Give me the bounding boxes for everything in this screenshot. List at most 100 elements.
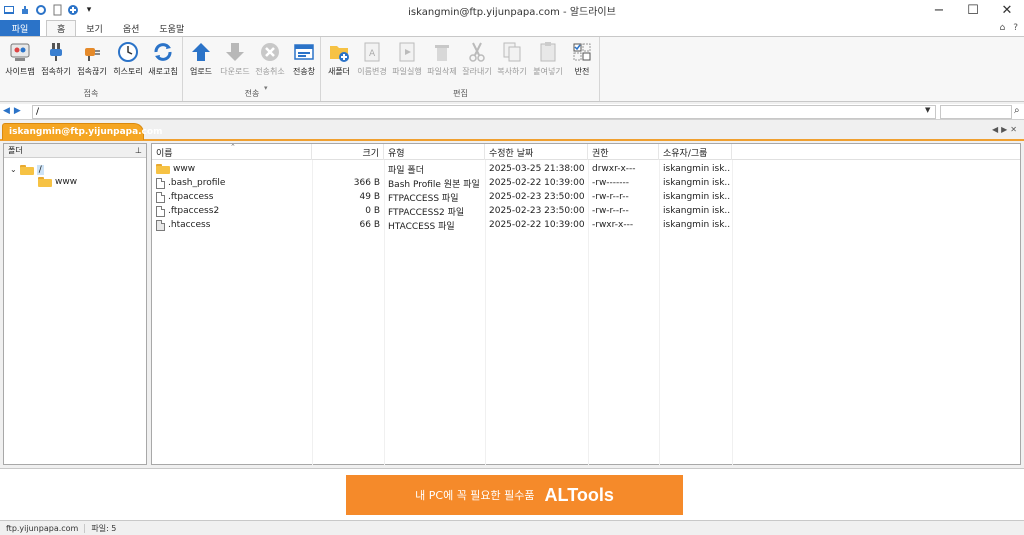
column-header-modified[interactable]: 수정한 날짜	[485, 144, 588, 160]
history-button[interactable]: 히스토리	[111, 41, 145, 85]
customize-dropdown-icon[interactable]: ▾	[83, 4, 95, 16]
column-header-type[interactable]: 유형	[384, 144, 485, 160]
transfer-window-icon	[293, 41, 315, 63]
ribbon-group-transfer: 업로드 다운로드 전송취소 전송창 ▾ 전송	[184, 37, 321, 101]
maximize-button[interactable]: ☐	[956, 0, 990, 20]
cancel-circle-icon	[259, 41, 281, 63]
status-file-count: 파일: 5	[91, 523, 117, 533]
new-folder-button[interactable]: 새폴더	[324, 41, 354, 85]
folder-icon	[156, 164, 170, 174]
tab-close-icon[interactable]: ✕	[1010, 125, 1020, 134]
clock-icon	[117, 41, 139, 63]
ribbon-group-edit: 새폴더 A 이름변경 파일실행 파일삭제 잘라내기 복사하기 붙여넣기 반전 편…	[322, 37, 600, 101]
ribbon-group-connect: 사이트맵 접속하기 접속끊기 히스토리 새로고침 접속	[0, 37, 183, 101]
rename-button[interactable]: A 이름변경	[355, 41, 389, 85]
back-arrow-icon[interactable]: ◀	[3, 106, 14, 116]
tab-home[interactable]: 홈	[46, 20, 77, 36]
column-header-owner[interactable]: 소유자/그룹	[659, 144, 732, 160]
file-icon	[156, 219, 165, 231]
transfer-window-button[interactable]: 전송창	[288, 41, 320, 85]
advertisement-banner[interactable]: 내 PC에 꼭 필요한 필수품 ALTools	[346, 475, 683, 515]
help-icon[interactable]: ?	[1013, 23, 1018, 33]
download-arrow-icon	[224, 41, 246, 63]
app-icon	[3, 4, 15, 16]
connect-button[interactable]: 접속하기	[39, 41, 73, 85]
expand-chevron-icon[interactable]: ⌄	[10, 165, 17, 174]
table-row[interactable]: www 파일 폴더 2025-03-25 21:38:00 drwxr-x---…	[152, 162, 732, 176]
rename-icon: A	[361, 41, 383, 63]
invert-selection-icon	[571, 41, 593, 63]
session-tab[interactable]: iskangmin@ftp.yijunpapa.com	[2, 123, 163, 140]
home-icon[interactable]: ⌂	[1000, 23, 1006, 33]
status-bar: ftp.yijunpapa.com 파일: 5	[0, 520, 1024, 535]
window-title: iskangmin@ftp.yijunpapa.com - 알드라이브	[408, 6, 616, 18]
folder-pane-title: 폴더	[8, 146, 23, 155]
tab-scroll-right-icon[interactable]: ▶	[1001, 125, 1010, 134]
delete-file-button[interactable]: 파일삭제	[425, 41, 459, 85]
tab-scroll-left-icon[interactable]: ◀	[992, 125, 1001, 134]
address-bar: ◀▶ ▼ ⌕	[0, 104, 1024, 120]
copy-button[interactable]: 복사하기	[495, 41, 529, 85]
execute-icon	[396, 41, 418, 63]
scissors-icon	[466, 41, 488, 63]
tree-item-www[interactable]: www	[38, 175, 77, 188]
copy-icon	[501, 41, 523, 63]
add-quick-icon[interactable]	[67, 4, 79, 16]
ribbon-tabs: 파일 홈 보기 옵션 도움말 ⌂ ?	[0, 20, 1024, 36]
invert-selection-button[interactable]: 반전	[567, 41, 597, 85]
forward-arrow-icon[interactable]: ▶	[14, 106, 25, 116]
table-row[interactable]: .bash_profile 366 B Bash Profile 원본 파일 2…	[152, 176, 732, 190]
path-input[interactable]	[32, 105, 936, 119]
session-tab-strip: iskangmin@ftp.yijunpapa.com ◀▶✕	[0, 121, 1024, 141]
ribbon: 사이트맵 접속하기 접속끊기 히스토리 새로고침 접속 업로드 다운로드 전송취…	[0, 36, 1024, 102]
plug-icon	[45, 41, 67, 63]
clipboard-icon	[537, 41, 559, 63]
sitemap-button[interactable]: 사이트맵	[3, 41, 37, 85]
disconnect-button[interactable]: 접속끊기	[75, 41, 109, 85]
altools-logo: ALTools	[544, 484, 614, 505]
folder-pane: 폴더 ⊥ ⌄ / www	[3, 143, 147, 465]
cancel-transfer-button[interactable]: 전송취소	[253, 41, 287, 85]
file-list-header: 이름 ⌃ 크기 유형 수정한 날짜 권한 소유자/그룹	[152, 143, 1020, 160]
minimize-button[interactable]: −	[922, 0, 956, 20]
svg-text:A: A	[369, 49, 376, 59]
paste-button[interactable]: 붙여넣기	[531, 41, 565, 85]
path-dropdown-icon[interactable]: ▼	[925, 106, 930, 114]
status-host: ftp.yijunpapa.com	[0, 523, 86, 533]
sort-ascending-icon: ⌃	[230, 143, 236, 151]
search-icon[interactable]: ⌕	[1014, 105, 1020, 116]
search-input[interactable]	[940, 105, 1012, 119]
file-icon	[156, 177, 165, 189]
table-row[interactable]: .htaccess 66 B HTACCESS 파일 2025-02-22 10…	[152, 218, 732, 232]
refresh-icon	[152, 41, 174, 63]
close-button[interactable]: ✕	[990, 0, 1024, 20]
folder-icon	[38, 176, 52, 187]
refresh-button[interactable]: 새로고침	[146, 41, 180, 85]
cut-button[interactable]: 잘라내기	[460, 41, 494, 85]
column-header-size[interactable]: 크기	[312, 144, 384, 160]
tab-options[interactable]: 옵션	[113, 20, 150, 36]
download-button[interactable]: 다운로드	[218, 41, 252, 85]
column-header-permission[interactable]: 권한	[588, 144, 659, 160]
file-icon	[156, 191, 165, 203]
bottom-pane: 내 PC에 꼭 필요한 필수품 ALTools	[0, 468, 1024, 520]
quick-access-toolbar: ▾	[0, 4, 95, 16]
connect-quick-icon[interactable]	[19, 4, 31, 16]
upload-button[interactable]: 업로드	[186, 41, 216, 85]
table-row[interactable]: .ftpaccess 49 B FTPACCESS 파일 2025-02-23 …	[152, 190, 732, 204]
title-bar: ▾ iskangmin@ftp.yijunpapa.com - 알드라이브 − …	[0, 0, 1024, 20]
execute-file-button[interactable]: 파일실행	[390, 41, 424, 85]
ad-text: 내 PC에 꼭 필요한 필수품	[415, 489, 535, 502]
table-row[interactable]: .ftpaccess2 0 B FTPACCESS2 파일 2025-02-23…	[152, 204, 732, 218]
pin-icon[interactable]: ⊥	[135, 146, 142, 155]
new-folder-icon	[328, 41, 350, 63]
file-icon	[156, 205, 165, 217]
tab-file[interactable]: 파일	[0, 20, 40, 36]
tab-help[interactable]: 도움말	[149, 20, 194, 36]
upload-arrow-icon	[190, 41, 212, 63]
document-quick-icon[interactable]	[51, 4, 63, 16]
refresh-quick-icon[interactable]	[35, 4, 47, 16]
file-list: 이름 ⌃ 크기 유형 수정한 날짜 권한 소유자/그룹 www 파일 폴더 20…	[151, 143, 1021, 466]
tab-view[interactable]: 보기	[76, 20, 113, 36]
unplug-icon	[81, 41, 103, 63]
